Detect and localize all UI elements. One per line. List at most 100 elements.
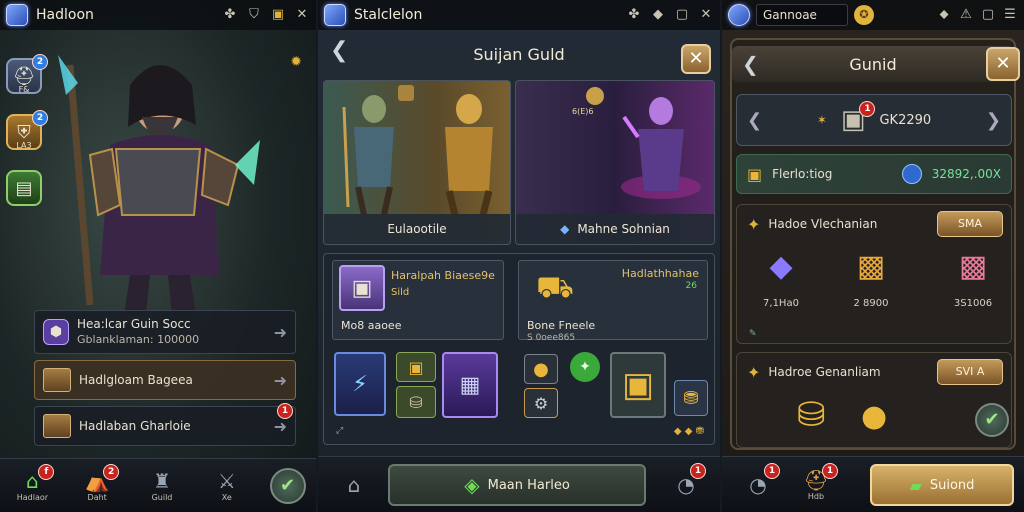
expand-icon[interactable]: ⤢	[336, 426, 343, 436]
chest-item-icon: ▣	[339, 265, 385, 311]
gem-coin-icon	[901, 164, 922, 184]
income-value: 32892,.00X	[931, 167, 1001, 181]
side-badge: 2	[32, 54, 48, 70]
reward-pink-gift[interactable]: ▩ 3S1006	[943, 249, 1003, 309]
nav-timer[interactable]: ◔ 1	[664, 461, 708, 509]
currency-icons: ◆ ◆ ⛃	[673, 426, 704, 437]
settings-gear-icon[interactable]: ✹	[290, 54, 302, 70]
leaf-icon[interactable]: ✤	[626, 7, 642, 23]
confirm-check-button[interactable]: ✔	[269, 467, 306, 504]
income-row[interactable]: ▣ Flerlo:tiog 32892,.00X	[736, 154, 1012, 194]
cross-swords-icon[interactable]: ✕	[294, 7, 310, 23]
warning-icon[interactable]: ⚠	[958, 7, 974, 23]
nav-daily[interactable]: ⛺ Daht 2	[75, 462, 120, 510]
back-arrow-icon[interactable]: ❮	[330, 38, 348, 63]
gold-pouch-icon: ⛁	[797, 395, 826, 435]
row-subtitle: Gblanklaman: 100000	[77, 333, 200, 346]
nav-guild[interactable]: ♜ Guild	[140, 462, 184, 510]
row-title: Hadlaban Gharloie	[79, 418, 191, 433]
lightning-item-icon[interactable]: ⚡	[334, 352, 386, 416]
gold-coin-icon[interactable]: ✪	[854, 5, 874, 25]
crate-item-icon[interactable]: ▦	[442, 352, 498, 418]
next-arrow-icon[interactable]: ❯	[986, 110, 1001, 131]
confirm-check-button[interactable]: ✔	[975, 403, 1009, 437]
bag-item-icon[interactable]: ⛁	[396, 386, 436, 418]
close-button[interactable]: ✕	[986, 47, 1020, 81]
frame-icon[interactable]: ▢	[674, 7, 690, 23]
notification-badge: 1	[277, 403, 293, 419]
panel-title: Stalclelon	[354, 7, 423, 23]
nav-helmet[interactable]: ⛑ Hdb 1	[794, 461, 838, 509]
nav-hall[interactable]: ⌂ Hadlaor f	[10, 462, 55, 510]
green-badge-icon: ✦	[570, 352, 600, 382]
header: ❮ Suijan Guld	[318, 30, 720, 78]
coin-label: GK2290	[879, 112, 932, 128]
panel-title: Hadloon	[36, 7, 94, 23]
back-arrow-icon[interactable]: ❮	[742, 52, 759, 76]
chest-icon[interactable]: ▣	[270, 7, 286, 23]
green-ticket-icon: ▰	[909, 475, 922, 495]
guild-row-1[interactable]: ⬢ Hea:lcar Guin Socc Gblanklaman: 100000 …	[34, 310, 296, 354]
chest-item-small-icon[interactable]: ▣	[396, 352, 436, 382]
castle-icon: ♜	[153, 469, 171, 493]
search-field[interactable]: Gannoae	[756, 4, 848, 26]
side-armor-button[interactable]: ⛨ 2 LA3	[6, 110, 48, 150]
side-scroll-button[interactable]: ▤	[6, 170, 42, 206]
leaf-icon[interactable]: ✤	[222, 7, 238, 23]
small-chest-icon[interactable]: ⛃	[674, 380, 708, 416]
diamond-icon[interactable]: ◆	[650, 7, 666, 23]
emerald-icon: ◈	[464, 473, 480, 497]
reward-crystal[interactable]: ◆ 7,1Ha0	[751, 249, 811, 309]
lockbox-icon: ▣ 1	[841, 101, 876, 135]
app-gem-icon[interactable]	[6, 4, 28, 26]
coin-stack-icon[interactable]: ●	[524, 354, 558, 384]
hex-gem-icon: ⬢	[43, 319, 69, 345]
gold-box-icon[interactable]: ▣	[610, 352, 666, 418]
section2-button[interactable]: SVI A	[937, 359, 1003, 385]
prev-arrow-icon[interactable]: ❮	[747, 110, 762, 131]
shield-icon[interactable]: ⛉	[246, 7, 262, 23]
card-small-label: 6(E)6	[572, 107, 594, 116]
sparkle-icon: ✦	[747, 214, 761, 234]
cross-swords-icon[interactable]: ✕	[698, 7, 714, 23]
hero-card-2[interactable]: 6(E)6 ◆ Mahne Sohnian	[515, 80, 715, 245]
knight-figure	[342, 95, 394, 215]
nav-label: Hdb	[807, 492, 825, 501]
submit-button[interactable]: ▰ Suiond	[870, 464, 1014, 506]
edit-icon[interactable]: ✎	[749, 329, 757, 339]
close-button[interactable]: ✕	[681, 44, 711, 74]
nav-home[interactable]: ⌂	[332, 461, 376, 509]
gold-cannon-icon: ⛟	[536, 269, 574, 305]
gold-coins-icon: ●	[861, 399, 888, 434]
golden-warrior-figure	[445, 94, 493, 215]
section1-button[interactable]: SMA	[937, 211, 1003, 237]
main-action-button[interactable]: ◈ Maan Harleo	[388, 464, 646, 506]
offer-item-label: Mo8 aaoee	[341, 319, 402, 332]
offer-item-price: S 0oee865	[527, 333, 576, 343]
window-icon[interactable]: ▢	[980, 7, 996, 23]
app-gem-icon[interactable]	[728, 4, 750, 26]
offer-title: Haralpah Biaese9e	[391, 269, 495, 282]
offer-left[interactable]: ▣ Haralpah Biaese9e Sild Mo8 aaoee	[332, 260, 504, 340]
side-badge: 2	[32, 110, 48, 126]
income-label: Flerlo:tiog	[772, 167, 833, 181]
row-title: Hadlgloam Bageea	[79, 372, 193, 387]
side-helmet-button[interactable]: ⛑ 2 F&	[6, 54, 48, 94]
guild-row-3[interactable]: Hadlaban Gharloie ➜ 1	[34, 403, 296, 446]
app-gem-icon[interactable]	[324, 4, 346, 26]
nav-battle[interactable]: ⚔ Xe	[205, 462, 249, 510]
tool-item-icon[interactable]: ⚙	[524, 388, 558, 418]
location-icon[interactable]: ⬥	[936, 7, 952, 23]
guild-row-2[interactable]: Hadlgloam Bageea ➜	[34, 360, 296, 400]
nav-badge: 1	[764, 462, 780, 479]
shop-title: Suijan Guld	[473, 44, 565, 64]
guild-header: ❮ Gunid	[732, 46, 1014, 82]
offer-right[interactable]: ⛟ Hadlathhahae Bone Fneele S 0oee865 26	[518, 260, 708, 343]
rank-badge-icon	[398, 85, 414, 101]
menu-icon[interactable]: ☰	[1002, 7, 1018, 23]
nav-timer[interactable]: ◔ 1	[736, 461, 780, 509]
nav-label: Hadlaor	[16, 493, 49, 502]
guild-shop-panel: Stalclelon ✤ ◆ ▢ ✕ ❮ Suijan Guld ✕ Eulao…	[318, 0, 720, 512]
hero-card-1[interactable]: Eulaootile	[323, 80, 511, 245]
reward-gift[interactable]: ▩ 2 8900	[841, 249, 901, 309]
